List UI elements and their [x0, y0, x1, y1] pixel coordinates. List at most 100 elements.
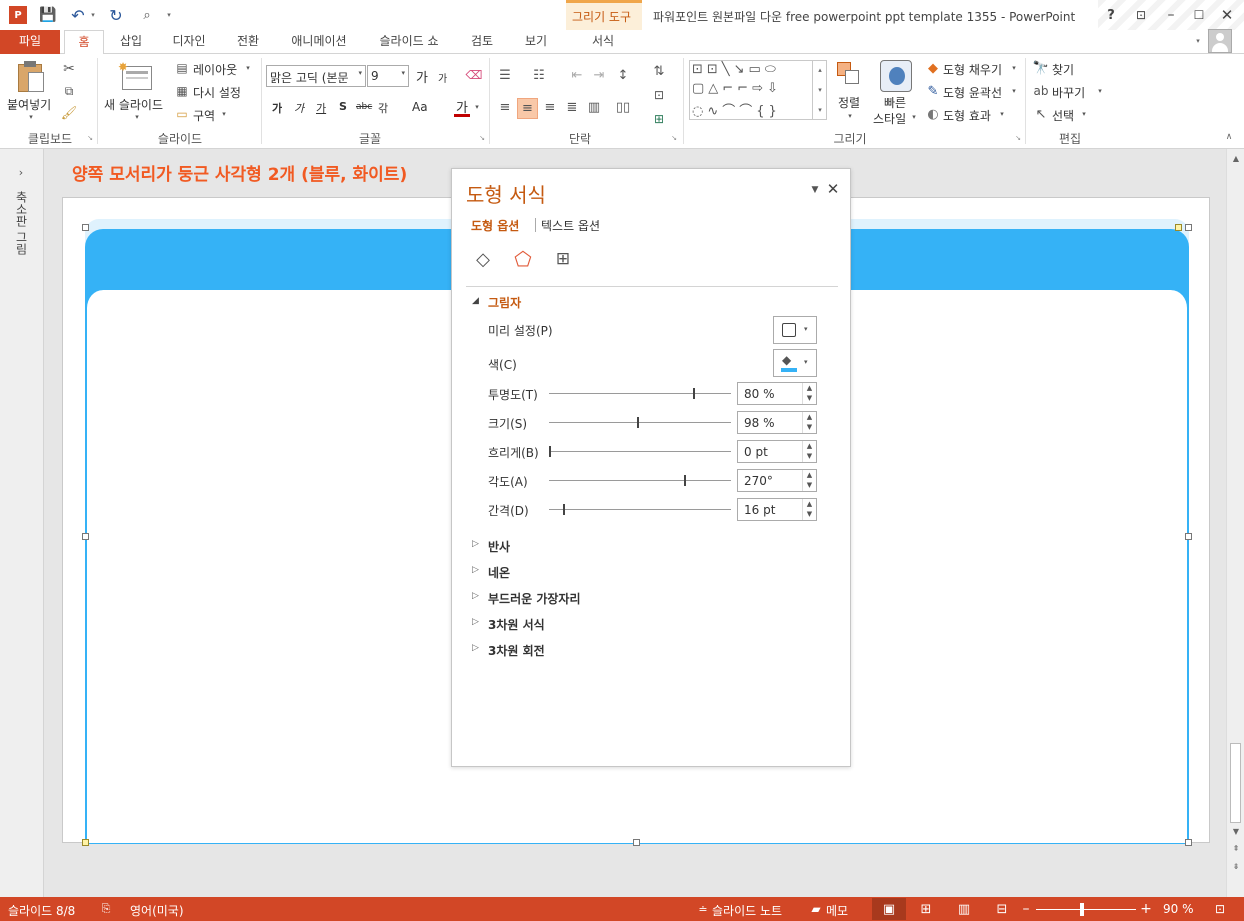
shape-effects-dropdown-icon[interactable]: ▾	[998, 109, 1006, 119]
layout-button[interactable]: 레이아웃	[193, 61, 237, 78]
spin-arrows-icon[interactable]: ▲ ▼	[802, 412, 816, 433]
layout-icon[interactable]: ▤	[173, 59, 191, 77]
shape-outline-icon[interactable]: ✎	[924, 82, 942, 100]
effects-pentagon-icon[interactable]: ⬠	[510, 247, 536, 271]
vertical-scrollbar[interactable]: ▲ ▼ ⇞ ⇟	[1226, 149, 1244, 897]
color-dropdown[interactable]: ◆ ▾	[773, 349, 817, 377]
collapse-ribbon-icon[interactable]: ∧	[1222, 130, 1236, 144]
fill-line-icon[interactable]: ◇	[470, 247, 496, 271]
transparency-slider[interactable]	[549, 388, 731, 399]
select-button[interactable]: 선택	[1052, 107, 1074, 124]
selection-handle[interactable]	[633, 839, 640, 846]
help-icon[interactable]: ?	[1100, 5, 1122, 25]
arrange-button[interactable]: 정렬	[838, 94, 860, 111]
spin-arrows-icon[interactable]: ▲ ▼	[802, 383, 816, 404]
slider-thumb[interactable]	[563, 504, 566, 515]
shapes-row-2-icon[interactable]: ▢△⌐⌐⇨⇩	[692, 81, 782, 96]
increase-indent-icon[interactable]: ⇥	[590, 66, 608, 84]
selection-handle[interactable]	[82, 224, 89, 231]
language-indicator[interactable]: 영어(미국)	[130, 902, 184, 919]
shape-effects-icon[interactable]: ◐	[924, 105, 942, 123]
distance-slider[interactable]	[549, 504, 731, 515]
zoom-in-icon[interactable]: +	[1138, 899, 1154, 919]
clipboard-launcher-icon[interactable]: ↘	[86, 134, 94, 142]
notes-icon[interactable]: ≐	[696, 901, 710, 917]
ribbon-display-options-icon[interactable]: ⊡	[1130, 5, 1152, 25]
section-reflection[interactable]: 반사	[488, 538, 510, 555]
scroll-down-icon[interactable]: ▼	[1228, 824, 1244, 840]
close-pane-icon[interactable]: ✕	[825, 180, 841, 198]
replace-icon[interactable]: ab	[1032, 82, 1050, 100]
line-spacing-icon[interactable]: ↕	[614, 66, 632, 84]
slide-sorter-icon[interactable]: ⊞	[914, 899, 938, 919]
find-button[interactable]: 찾기	[1052, 61, 1074, 78]
scroll-up-icon[interactable]: ▲	[1228, 151, 1244, 167]
expand-icon[interactable]: ▷	[472, 591, 479, 601]
paste-button[interactable]: 붙여넣기	[7, 96, 51, 113]
slider-thumb[interactable]	[549, 446, 551, 457]
tab-slideshow[interactable]: 슬라이드 쇼	[368, 30, 450, 54]
redo-icon[interactable]: ↻	[106, 5, 126, 25]
thumbnails-pane-collapsed[interactable]: › 축소판 그림	[0, 149, 44, 897]
slider-thumb[interactable]	[637, 417, 640, 428]
align-left-icon[interactable]: ≡	[496, 98, 514, 116]
angle-slider[interactable]	[549, 475, 731, 486]
tab-format[interactable]: 서식	[574, 30, 632, 54]
align-center-icon[interactable]: ≡	[517, 98, 538, 119]
tab-text-options[interactable]: 텍스트 옵션	[541, 217, 600, 234]
drawing-launcher-icon[interactable]: ↘	[1014, 134, 1022, 142]
char-spacing-button[interactable]: 갂	[378, 100, 388, 116]
customize-qat-icon[interactable]: ▾	[164, 8, 174, 22]
format-painter-icon[interactable]: 🖌	[60, 104, 78, 122]
tab-file[interactable]: 파일	[0, 30, 60, 54]
expand-thumbnails-icon[interactable]: ›	[14, 165, 28, 179]
slide-counter[interactable]: 슬라이드 8/8	[8, 902, 75, 919]
section-icon[interactable]: ▭	[173, 105, 191, 123]
tab-design[interactable]: 디자인	[160, 30, 218, 54]
comments-button[interactable]: 메모	[826, 902, 848, 919]
tab-transitions[interactable]: 전환	[226, 30, 270, 54]
distributed-icon[interactable]: ▥	[585, 98, 603, 116]
spin-arrows-icon[interactable]: ▲ ▼	[802, 499, 816, 520]
reset-icon[interactable]: ▦	[173, 82, 191, 100]
shrink-font-button[interactable]: 가	[438, 70, 447, 85]
adjust-handle[interactable]	[1175, 224, 1182, 231]
numbering-icon[interactable]: ☷	[530, 66, 548, 84]
normal-view-icon[interactable]: ▣	[872, 898, 906, 920]
shapes-row-1-icon[interactable]: ⊡⊡╲↘▭⬭	[692, 62, 780, 77]
shapes-gallery-scroll[interactable]: ▴ ▾ ▾	[812, 60, 827, 120]
bullets-icon[interactable]: ☰	[496, 66, 514, 84]
layout-dropdown-icon[interactable]: ▾	[244, 63, 252, 73]
save-icon[interactable]: 💾	[38, 5, 58, 25]
paragraph-launcher-icon[interactable]: ↘	[670, 134, 678, 142]
slideshow-view-icon[interactable]: ⊟	[990, 899, 1014, 919]
selection-handle[interactable]	[82, 533, 89, 540]
font-name-combo[interactable]: 맑은 고딕 (본문 ▾	[266, 65, 366, 87]
font-launcher-icon[interactable]: ↘	[478, 134, 486, 142]
arrange-dropdown-icon[interactable]: ▾	[845, 111, 855, 121]
tab-review[interactable]: 검토	[458, 30, 506, 54]
font-name-dropdown-icon[interactable]: ▾	[358, 69, 362, 77]
blur-slider[interactable]	[549, 446, 731, 457]
replace-button[interactable]: 바꾸기	[1052, 84, 1085, 101]
size-spinner[interactable]: 98 % ▲ ▼	[737, 411, 817, 434]
justify-icon[interactable]: ≣	[563, 98, 581, 116]
cut-icon[interactable]: ✂	[60, 60, 78, 78]
blur-spinner[interactable]: 0 pt ▲ ▼	[737, 440, 817, 463]
zoom-level[interactable]: 90 %	[1163, 902, 1194, 916]
start-slideshow-icon[interactable]: ⌕	[136, 5, 158, 25]
grow-font-button[interactable]: 가	[416, 67, 428, 86]
clear-formatting-icon[interactable]: ⌫	[465, 66, 483, 84]
align-text-icon[interactable]: ⊡	[650, 86, 668, 104]
account-dropdown-icon[interactable]: ▾	[1192, 34, 1204, 48]
tab-insert[interactable]: 삽입	[110, 30, 152, 54]
shapes-gallery[interactable]: ⊡⊡╲↘▭⬭ ▢△⌐⌐⇨⇩ ◌∿⌒⌒{}	[689, 60, 827, 120]
font-size-combo[interactable]: 9 ▾	[367, 65, 409, 87]
section-glow[interactable]: 네온	[488, 564, 510, 581]
columns-icon[interactable]: ▯▯	[614, 98, 632, 116]
comments-icon[interactable]: ▰	[808, 901, 824, 917]
close-window-icon[interactable]: ✕	[1216, 5, 1238, 25]
underline-button[interactable]: 가	[316, 100, 326, 116]
new-slide-icon[interactable]: ✸	[118, 60, 154, 92]
section-3d-format[interactable]: 3차원 서식	[488, 616, 545, 633]
